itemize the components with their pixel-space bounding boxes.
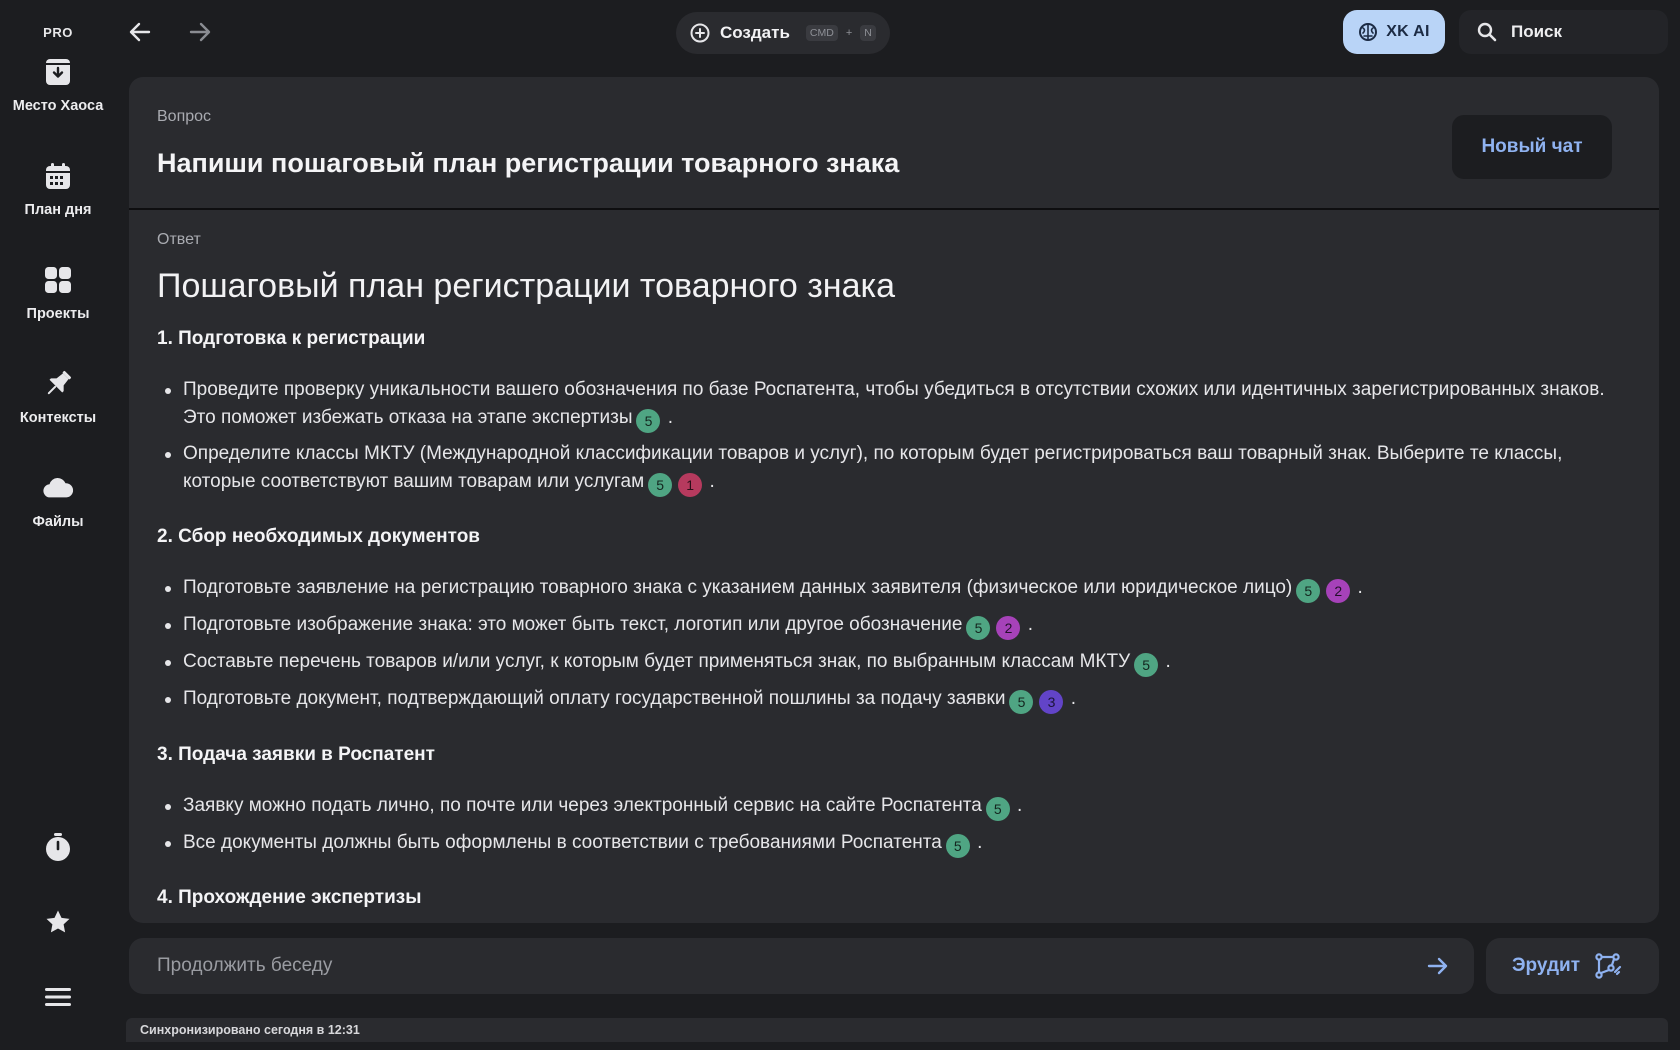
sidebar-item-files[interactable]: Файлы [0,456,116,560]
timer-icon[interactable] [38,827,78,867]
erudit-mode-button[interactable]: Эрудит [1486,938,1659,994]
question-block: Вопрос Напиши пошаговый план регистрации… [129,77,1659,210]
chat-input[interactable]: Продолжить беседу [129,938,1474,994]
star-icon[interactable] [38,902,78,942]
top-bar [116,0,1680,66]
inbox-download-icon [42,56,74,88]
send-arrow-icon[interactable] [1424,952,1452,980]
list-item-text: Составьте перечень товаров и/или услуг, … [183,651,1131,672]
graph-nodes-icon [1594,952,1622,980]
cloud-icon [42,472,74,504]
menu-icon[interactable] [38,977,78,1017]
reference-badge[interactable]: 5 [1009,690,1034,714]
reference-badge[interactable]: 5 [636,409,661,433]
answer-block: Ответ Пошаговый план регистрации товарно… [129,210,1659,921]
create-label: Создать [720,23,790,42]
reference-badge[interactable]: 5 [945,834,970,858]
plus-circle-icon [690,23,710,43]
shortcut-plus: + [845,27,853,39]
new-chat-button[interactable]: Новый чат [1452,115,1612,179]
ai-label: XK AI [1386,23,1430,40]
sidebar-item-label: Проекты [26,306,90,322]
question-label: Вопрос [157,108,212,125]
step-title: 4. Прохождение экспертизы [157,887,422,908]
step-title: 1. Подготовка к регистрации [157,328,426,349]
chat-input-placeholder: Продолжить беседу [157,955,333,976]
reference-badge[interactable]: 5 [966,616,991,640]
forward-arrow-icon[interactable] [184,16,216,48]
pro-badge: PRO [43,25,73,40]
sidebar-item-contexts[interactable]: Контексты [0,352,116,456]
sidebar-item-chaos[interactable]: Место Хаоса [0,40,116,144]
sidebar-item-day-plan[interactable]: План дня [0,144,116,248]
search-placeholder: Поиск [1511,22,1563,41]
list-item: Все документы должны быть оформлены в со… [157,829,1619,858]
grid-icon [42,264,74,296]
reference-badge[interactable]: 5 [1296,579,1321,603]
create-button[interactable]: Создать CMD + N [676,12,890,54]
list-item-text: Определите классы МКТУ (Международной кл… [183,443,1563,492]
list-item: Подготовьте изображение знака: это может… [157,611,1619,640]
calendar-icon [42,160,74,192]
answer-label: Ответ [157,231,201,248]
reference-badge[interactable]: 5 [985,797,1010,821]
list-item-text: Заявку можно подать лично, по почте или … [183,795,982,816]
list-item: Составьте перечень товаров и/или услуг, … [157,648,1619,677]
erudit-label: Эрудит [1512,955,1581,976]
list-item: Определите классы МКТУ (Международной кл… [157,440,1619,497]
list-item-text: Подготовьте изображение знака: это может… [183,614,963,635]
step-title: 3. Подача заявки в Роспатент [157,744,435,765]
back-arrow-icon[interactable] [124,16,156,48]
list-item-text: Проведите проверку уникальности вашего о… [183,379,1605,428]
sync-status: Синхронизировано сегодня в 12:31 [126,1018,1668,1042]
brain-icon [1358,22,1378,42]
list-item: Заявку можно подать лично, по почте или … [157,792,1619,821]
shortcut-key: CMD [805,25,838,41]
sidebar: PRO Место Хаоса План дня Проекты Контекс… [0,0,116,1050]
search-icon [1477,22,1497,42]
sidebar-item-label: План дня [24,202,92,218]
list-item: Подготовьте документ, подтверждающий опл… [157,685,1619,714]
pin-icon [42,368,74,400]
search-input[interactable]: Поиск [1459,10,1668,54]
list-item-text: Подготовьте документ, подтверждающий опл… [183,688,1006,709]
ai-button[interactable]: XK AI [1343,10,1445,54]
question-title: Напиши пошаговый план регистрации товарн… [157,148,900,178]
answer-title: Пошаговый план регистрации товарного зна… [157,267,896,305]
sidebar-item-label: Файлы [32,514,84,530]
chat-panel: Вопрос Напиши пошаговый план регистрации… [129,77,1659,923]
sidebar-item-label: Место Хаоса [12,98,104,114]
reference-badge[interactable]: 5 [1134,653,1159,677]
list-item-text: Все документы должны быть оформлены в со… [183,832,942,853]
reference-badge[interactable]: 2 [1326,579,1351,603]
list-item-text: Подготовьте заявление на регистрацию тов… [183,577,1293,598]
sidebar-item-projects[interactable]: Проекты [0,248,116,352]
reference-badge[interactable]: 2 [996,616,1021,640]
sidebar-item-label: Контексты [19,410,97,426]
shortcut-key: N [860,25,876,41]
reference-badge[interactable]: 1 [678,473,703,497]
list-item: Проведите проверку уникальности вашего о… [157,376,1619,433]
step-title: 2. Сбор необходимых документов [157,526,480,547]
reference-badge[interactable]: 3 [1039,690,1064,714]
list-item: Подготовьте заявление на регистрацию тов… [157,574,1619,603]
reference-badge[interactable]: 5 [648,473,673,497]
